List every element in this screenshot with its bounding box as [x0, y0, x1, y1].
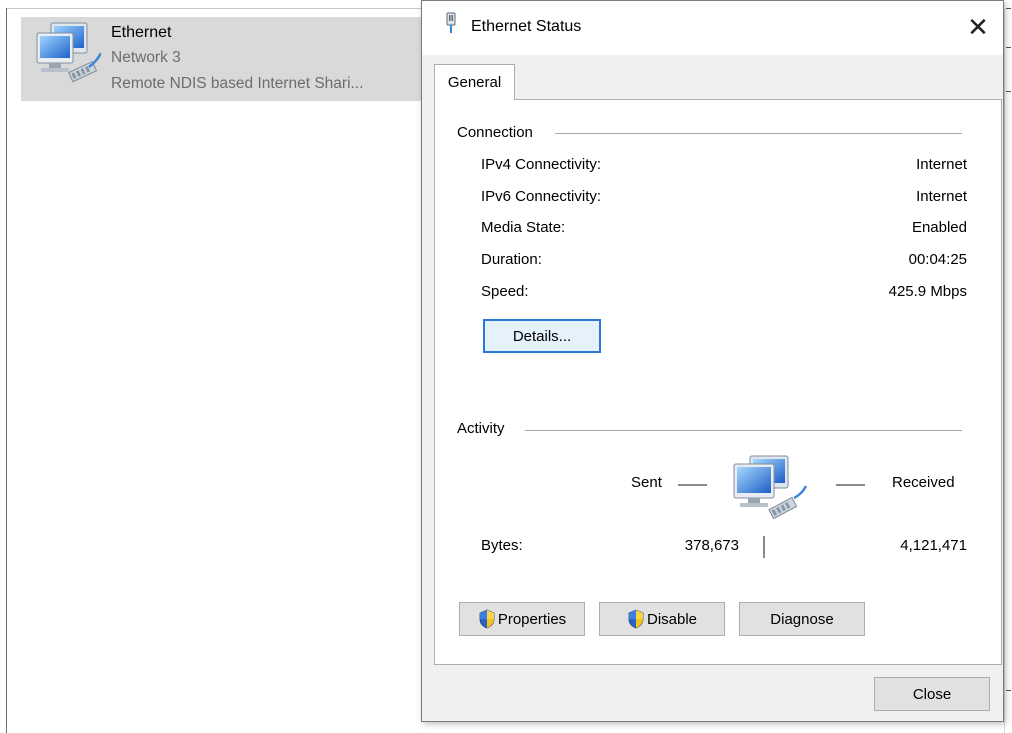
tab-general[interactable]: General [434, 64, 515, 100]
properties-button-label: Properties [497, 610, 567, 628]
title-bar[interactable]: Ethernet Status ✕ [422, 1, 1003, 55]
window-border [6, 8, 7, 733]
media-state-value: Enabled [911, 219, 967, 236]
speed-label: Speed: [481, 283, 529, 300]
connection-group-label: Connection [457, 124, 543, 141]
divider [1006, 47, 1011, 48]
divider [1006, 8, 1011, 9]
ipv6-connectivity-value: Internet [916, 188, 967, 205]
received-label: Received [892, 474, 955, 491]
disable-button[interactable]: Disable [599, 602, 725, 636]
bytes-divider [763, 536, 765, 558]
window-edge [1004, 8, 1012, 733]
group-divider [525, 430, 962, 431]
bytes-label: Bytes: [481, 537, 523, 554]
sent-label: Sent [631, 474, 662, 491]
network-activity-icon [733, 455, 808, 520]
uac-shield-icon [479, 609, 495, 629]
received-connector-line [836, 484, 865, 486]
sent-connector-line [678, 484, 707, 486]
diagnose-button[interactable]: Diagnose [739, 602, 865, 636]
adapter-device: Remote NDIS based Internet Shari... [111, 75, 364, 92]
network-plug-icon [446, 12, 456, 33]
disable-button-label: Disable [646, 610, 698, 628]
close-button[interactable]: Close [874, 677, 990, 711]
adapter-network: Network 3 [111, 49, 181, 66]
activity-group-label: Activity [457, 420, 515, 437]
general-tab-panel: Connection IPv4 Connectivity: Internet I… [434, 99, 1002, 665]
network-adapter-item-ethernet[interactable]: Ethernet Network 3 Remote NDIS based Int… [21, 17, 421, 101]
details-button[interactable]: Details... [483, 319, 601, 353]
divider [1006, 91, 1011, 92]
properties-button[interactable]: Properties [459, 602, 585, 636]
network-adapter-icon [36, 22, 101, 83]
speed-value: 425.9 Mbps [888, 283, 967, 300]
media-state-label: Media State: [481, 219, 566, 236]
bytes-received-value: 4,121,471 [900, 537, 967, 554]
group-divider [555, 133, 962, 134]
duration-label: Duration: [481, 251, 542, 268]
ipv4-connectivity-value: Internet [916, 156, 967, 173]
ipv4-connectivity-label: IPv4 Connectivity: [481, 156, 602, 173]
close-icon[interactable]: ✕ [953, 1, 1003, 55]
adapter-name: Ethernet [111, 24, 172, 41]
dialog-title: Ethernet Status [471, 18, 582, 35]
uac-shield-icon [628, 609, 644, 629]
bytes-sent-value: 378,673 [684, 537, 739, 554]
ethernet-status-dialog: Ethernet Status ✕ General Connection IPv… [421, 0, 1004, 722]
ipv6-connectivity-label: IPv6 Connectivity: [481, 188, 602, 205]
duration-value: 00:04:25 [908, 251, 967, 268]
divider [1006, 690, 1011, 691]
